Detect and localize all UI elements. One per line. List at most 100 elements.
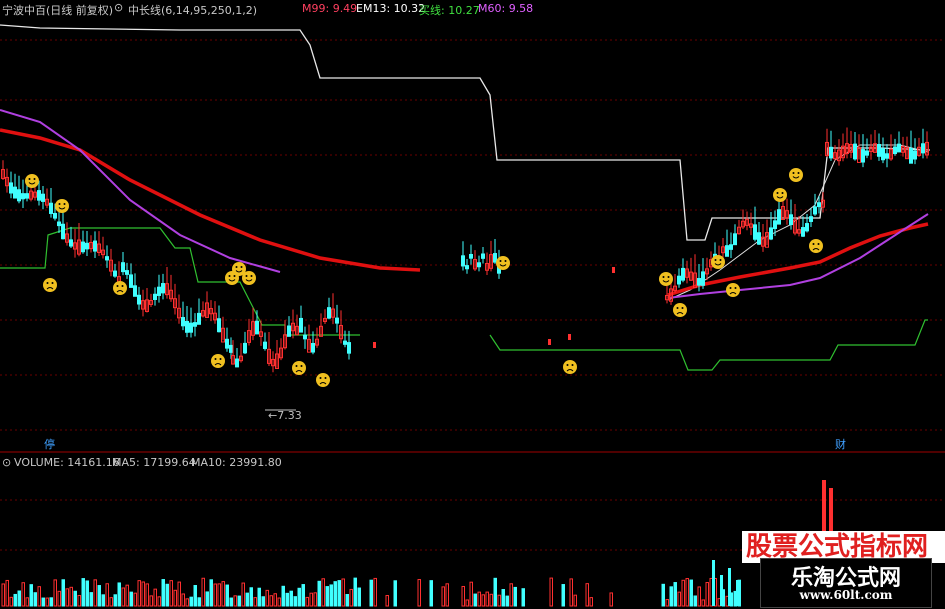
- volume-bar: [505, 595, 509, 607]
- volume-bar: [677, 591, 681, 607]
- volume-bar: [728, 568, 731, 606]
- candle-body: [189, 322, 193, 333]
- volume-bar: [509, 583, 513, 607]
- volume-bar: [129, 591, 133, 607]
- smile-face-icon: [55, 199, 69, 213]
- volume-bar: [353, 577, 357, 607]
- volume-bar: [493, 577, 497, 607]
- volume-bar: [193, 585, 197, 607]
- face-eye: [676, 307, 679, 309]
- volume-bar: [693, 595, 697, 607]
- volume-bar: [181, 593, 185, 607]
- volume-bar: [561, 584, 565, 607]
- candle-body: [21, 193, 25, 200]
- volume-label: VOLUME: 14161.16: [14, 456, 120, 469]
- candle-body: [829, 146, 833, 159]
- smile-face-icon: [659, 272, 673, 286]
- candle-body: [303, 334, 307, 340]
- volume-bar: [57, 590, 61, 607]
- candle-body: [217, 318, 221, 333]
- candle-body: [181, 317, 185, 327]
- candle-body: [85, 242, 89, 250]
- volume-bar: [269, 595, 273, 607]
- candle-body: [113, 270, 117, 277]
- candle-body: [805, 223, 809, 232]
- volume-bar: [245, 592, 249, 607]
- volume-bar: [81, 578, 85, 607]
- volume-bar: [117, 582, 121, 607]
- candle-body: [263, 341, 267, 349]
- volume-bar: [233, 595, 237, 607]
- volume-bar: [393, 580, 397, 607]
- volume-bar: [237, 595, 241, 607]
- candle-body: [287, 325, 291, 337]
- volume-bar: [469, 581, 473, 607]
- volume-bar: [29, 584, 33, 607]
- smile-face-icon: [225, 271, 239, 285]
- watermark-logo: 乐淘公式网 www.60lt.com: [760, 558, 932, 608]
- volume-bar: [685, 578, 689, 607]
- face-eye: [235, 266, 238, 268]
- candle-body: [861, 149, 865, 163]
- volume-bar: [9, 596, 13, 607]
- sad-face-icon: [211, 354, 225, 368]
- candle-body: [41, 193, 45, 202]
- face-eye: [214, 358, 217, 360]
- candle-body: [49, 202, 53, 214]
- candle-body: [137, 294, 141, 305]
- volume-bar: [209, 579, 213, 607]
- volume-bar: [105, 583, 109, 607]
- volume-bar: [325, 586, 329, 607]
- volume-bar: [157, 596, 161, 607]
- event-tag-suspend[interactable]: 停: [44, 436, 55, 452]
- volume-bar: [53, 579, 57, 607]
- sad-face-icon: [292, 361, 306, 375]
- volume-bar: [125, 584, 129, 607]
- volume-bar: [229, 597, 233, 607]
- candle-body: [311, 342, 315, 353]
- smile-face-icon: [711, 255, 725, 269]
- candle-body: [185, 320, 189, 333]
- candle-body: [235, 358, 239, 368]
- volume-bar: [349, 588, 353, 607]
- volume-bar: [485, 591, 489, 607]
- volume-bar: [121, 587, 125, 607]
- volume-bar: [153, 588, 157, 607]
- smile-face-icon: [496, 256, 510, 270]
- face-eye: [228, 275, 231, 277]
- candle-body: [681, 267, 685, 281]
- volume-bar: [329, 584, 333, 607]
- candle-body: [493, 253, 497, 263]
- candle-body: [877, 144, 881, 157]
- candle-body: [57, 221, 61, 227]
- candle-body: [69, 239, 73, 247]
- volume-bar: [569, 578, 573, 607]
- circle-settings-icon[interactable]: ⊙: [2, 456, 11, 469]
- volume-bar: [77, 595, 81, 607]
- volume-bar: [185, 598, 189, 607]
- candle-body: [481, 253, 485, 259]
- volume-bar: [357, 587, 361, 607]
- event-tag-finance[interactable]: 财: [835, 436, 846, 452]
- volume-bar: [317, 580, 321, 607]
- volume-bar: [333, 581, 337, 607]
- candle-body: [809, 216, 813, 222]
- candle-body: [13, 186, 17, 199]
- volume-bar: [205, 591, 209, 607]
- volume-bar: [661, 583, 665, 607]
- candle-body: [125, 270, 129, 275]
- volume-bar: [25, 597, 29, 607]
- candle-body: [769, 227, 773, 240]
- volume-bar: [253, 597, 257, 607]
- m60-line: [667, 213, 929, 299]
- candle-body: [255, 320, 259, 335]
- volume-bar: [429, 580, 433, 607]
- price-chart-canvas[interactable]: [0, 0, 945, 609]
- candle-body: [885, 153, 889, 159]
- volume-bar: [477, 591, 481, 607]
- face-eye: [319, 377, 322, 379]
- candle-body: [53, 212, 57, 219]
- face-eye: [734, 287, 737, 289]
- candle-body: [9, 182, 13, 194]
- candle-body: [893, 146, 897, 155]
